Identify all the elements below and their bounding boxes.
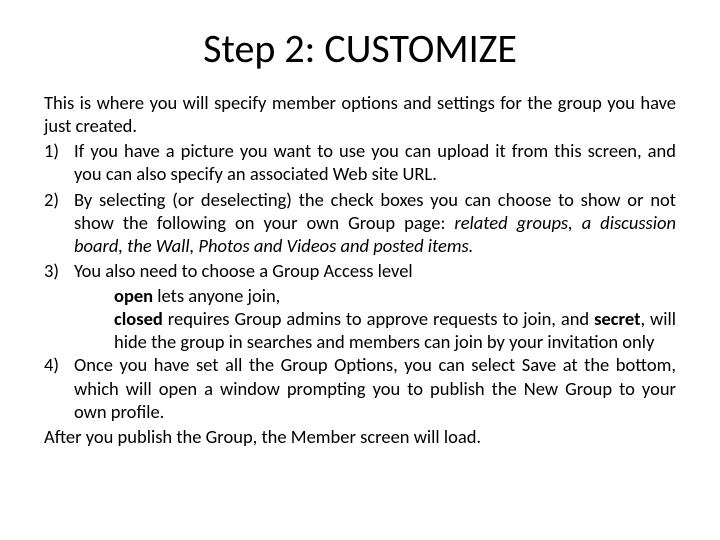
numbered-list-cont: 4) Once you have set all the Group Optio…	[44, 353, 676, 422]
access-level-open: open lets anyone join,	[114, 284, 676, 307]
list-item: 2) By selecting (or deselecting) the che…	[44, 188, 676, 257]
item-text: Once you have set all the Group Options,…	[74, 353, 676, 422]
list-item: 3) You also need to choose a Group Acces…	[44, 259, 676, 282]
access-level-closed-secret: closed requires Group admins to approve …	[114, 307, 676, 353]
item-number: 2)	[44, 188, 74, 257]
slide-title: Step 2: CUSTOMIZE	[44, 24, 676, 73]
item-text: You also need to choose a Group Access l…	[74, 259, 676, 282]
list-item: 1) If you have a picture you want to use…	[44, 139, 676, 185]
item-number: 3)	[44, 259, 74, 282]
intro-text: This is where you will specify member op…	[44, 91, 676, 137]
outro-text: After you publish the Group, the Member …	[44, 425, 676, 448]
item-number: 1)	[44, 139, 74, 185]
slide: Step 2: CUSTOMIZE This is where you will…	[0, 0, 720, 540]
numbered-list: 1) If you have a picture you want to use…	[44, 139, 676, 282]
item-number: 4)	[44, 353, 74, 422]
item-text: If you have a picture you want to use yo…	[74, 139, 676, 185]
slide-body: This is where you will specify member op…	[44, 91, 676, 448]
list-item: 4) Once you have set all the Group Optio…	[44, 353, 676, 422]
item-text: By selecting (or deselecting) the check …	[74, 188, 676, 257]
